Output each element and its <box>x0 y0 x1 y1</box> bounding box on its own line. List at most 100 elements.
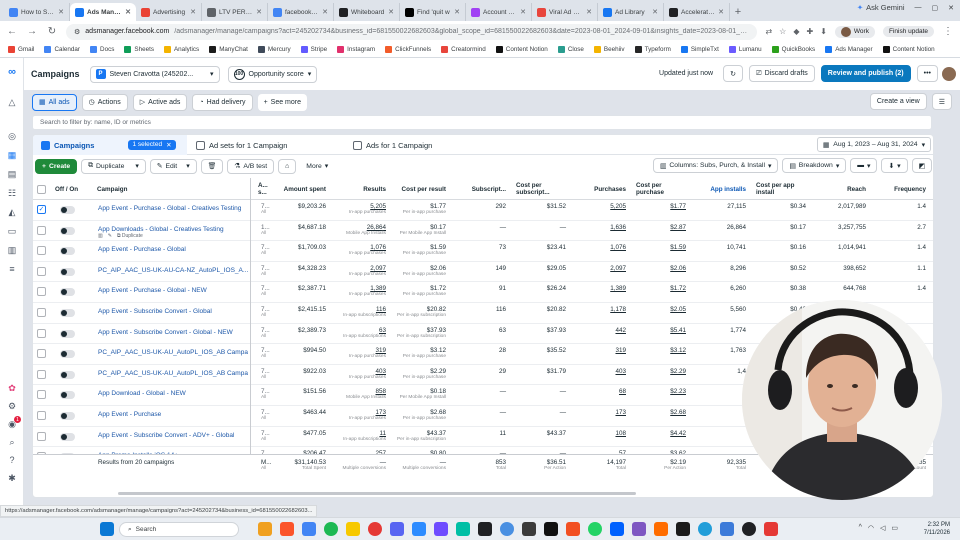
review-publish-button[interactable]: Review and publish (2) <box>820 65 911 82</box>
refresh-button[interactable]: ↻ <box>723 65 743 82</box>
row-checkbox[interactable] <box>37 349 46 359</box>
columns-button[interactable]: ▥ Columns: Subs, Purch, & Install ▾ <box>652 158 779 173</box>
bookmark-item[interactable]: ClickFunnels <box>385 46 431 53</box>
billing-icon[interactable]: ▭ <box>6 225 18 237</box>
column-header[interactable]: Amount spent <box>276 178 336 200</box>
campaign-name-link[interactable]: App Download - Global - NEW <box>98 385 248 405</box>
campaign-toggle[interactable] <box>60 247 75 256</box>
ask-gemini-button[interactable]: ✦ Ask Gemini <box>857 3 905 12</box>
see-more-button[interactable]: + See more <box>257 93 308 111</box>
horizontal-scrollbar[interactable] <box>118 492 636 495</box>
ab-test-button[interactable]: ⚗ A/B test <box>227 158 275 174</box>
close-tab-icon[interactable]: ✕ <box>190 8 196 16</box>
bookmark-item[interactable]: QuickBooks <box>771 46 815 53</box>
row-checkbox[interactable]: ✓ <box>37 205 46 214</box>
browser-menu-icon[interactable]: ⋮ <box>942 26 954 37</box>
chrome-icon[interactable] <box>302 522 316 536</box>
clear-selection-icon[interactable]: ✕ <box>166 141 171 149</box>
site-info-icon[interactable]: ⚙ <box>74 28 80 36</box>
export-button[interactable]: ⬇ ▾ <box>881 158 908 173</box>
browser-tab[interactable]: LTV PER INS✕ <box>202 3 268 21</box>
reporting-icon[interactable]: ▤ <box>6 168 18 180</box>
create-button[interactable]: + Create <box>35 158 78 174</box>
alert-bell-icon[interactable]: △ <box>6 96 18 108</box>
profile-button[interactable]: Work <box>834 25 875 38</box>
settings-gear-icon[interactable]: ⚙ <box>6 400 18 412</box>
campaign-name-link[interactable]: App Event - Purchase - Global <box>98 241 248 261</box>
filter-tab-had-delivery[interactable]: ◔ Had delivery <box>192 93 253 111</box>
close-tab-icon[interactable]: ✕ <box>125 8 131 16</box>
messenger-icon[interactable] <box>500 522 514 536</box>
column-header[interactable]: Cost per purchase <box>636 178 696 200</box>
bookmark-item[interactable]: Stripe <box>300 46 327 53</box>
minimize-icon[interactable]: — <box>915 4 922 11</box>
spotify-icon[interactable] <box>324 522 338 536</box>
bookmark-item[interactable]: Instagram <box>337 46 375 53</box>
bookmark-item[interactable]: Close <box>557 46 584 53</box>
campaign-name-link[interactable]: PC_AIP_AAC_US-UK-AU_AutoPL_IOS_AB Campai… <box>98 365 248 385</box>
table-row[interactable]: App Event - Purchase - Global - NEW 7... A… <box>33 282 933 303</box>
bookmark-item[interactable]: Docs <box>90 46 114 53</box>
taskbar-clock[interactable]: 2:32 PM 7/11/2026 <box>924 521 950 537</box>
column-header[interactable]: Off / On <box>55 178 95 200</box>
row-checkbox[interactable] <box>37 225 46 235</box>
account-selector[interactable]: P Steven Cravotta (245202... ▾ <box>89 65 220 83</box>
all-tools-icon[interactable]: ≡ <box>6 263 18 275</box>
campaign-toggle[interactable] <box>60 370 75 379</box>
browser-tab[interactable]: facebook en ✕ <box>268 3 334 21</box>
browser-tab[interactable]: How to Scale✕ <box>4 3 70 21</box>
address-bar[interactable]: ⚙ adsmanager.facebook.com/adsmanager/man… <box>66 23 758 40</box>
close-tab-icon[interactable]: ✕ <box>652 8 658 16</box>
app-purple-icon[interactable] <box>434 522 448 536</box>
chart-toggle-button[interactable]: ◩ <box>911 158 932 173</box>
view-settings-button[interactable]: ☰ <box>931 93 952 110</box>
campaign-name-link[interactable]: App Event - Purchase <box>98 406 248 426</box>
column-header[interactable]: App installs <box>696 178 756 200</box>
app-gray-icon[interactable] <box>522 522 536 536</box>
browser-tab[interactable]: Advertising ✕ <box>136 3 202 21</box>
back-icon[interactable]: ← <box>6 26 18 37</box>
edit-small-icon[interactable]: ✎ <box>108 233 112 239</box>
bookmark-item[interactable]: Content Notion <box>882 46 935 53</box>
filter-tab-actions[interactable]: ◷ Actions <box>81 93 128 111</box>
app-red-icon[interactable] <box>368 522 382 536</box>
table-row[interactable]: App Event - Purchase - Global 7... All $1,7… <box>33 241 933 262</box>
campaign-toggle[interactable] <box>60 226 75 235</box>
close-tab-icon[interactable]: ✕ <box>388 8 394 16</box>
app-orange-icon[interactable] <box>654 522 668 536</box>
tab-campaigns[interactable]: Campaigns 1 selected ✕ <box>33 135 187 155</box>
column-header[interactable]: Frequency <box>876 178 933 200</box>
campaign-toggle[interactable] <box>60 432 75 441</box>
browser-tab[interactable]: Accelerate y ✕ <box>664 3 730 21</box>
duplicate-button[interactable]: ⧉ Duplicate ▾ <box>81 158 146 174</box>
obs-icon[interactable] <box>742 522 756 536</box>
reload-icon[interactable]: ↻ <box>46 26 58 37</box>
bookmark-item[interactable]: Ads Manager <box>825 46 873 53</box>
campaign-name-link[interactable]: PC_AIP_AAC_US-UK-AU_AutoPL_IOS_AB Campai… <box>98 344 248 364</box>
campaign-name-link[interactable]: App Event - Subscribe Convert - ADV+ - G… <box>98 427 248 447</box>
row-checkbox[interactable] <box>37 266 46 276</box>
zoom-icon[interactable] <box>412 522 426 536</box>
notes-icon[interactable] <box>346 522 360 536</box>
campaigns-nav-icon[interactable]: ▦ <box>6 149 18 161</box>
terminal-icon[interactable] <box>676 522 690 536</box>
close-tab-icon[interactable]: ✕ <box>322 8 328 16</box>
row-checkbox[interactable] <box>37 431 46 441</box>
row-checkbox[interactable] <box>37 246 46 256</box>
campaign-name-link[interactable]: PC_AIP_AAC_US-UK-AU-CA-NZ_AutoPL_IOS_A..… <box>98 262 248 282</box>
bookmark-item[interactable]: Creatormind <box>441 46 486 53</box>
close-tab-icon[interactable]: ✕ <box>586 8 592 16</box>
row-checkbox[interactable] <box>37 308 46 317</box>
close-tab-icon[interactable]: ✕ <box>718 8 724 16</box>
row-checkbox[interactable] <box>37 411 46 420</box>
bookmark-item[interactable]: Content Notion <box>495 46 548 53</box>
app-dark-icon[interactable] <box>478 522 492 536</box>
campaign-name-link[interactable]: App Event - Purchase - Global - NEW <box>98 282 248 302</box>
close-tab-icon[interactable]: ✕ <box>454 8 460 16</box>
notion-icon[interactable] <box>544 522 558 536</box>
column-header[interactable]: Cost per app install <box>756 178 816 200</box>
browser-tab[interactable]: Ads Manager✕ <box>70 3 136 21</box>
table-row[interactable]: PC_AIP_AAC_US-UK-AU-CA-NZ_AutoPL_IOS_A..… <box>33 262 933 283</box>
close-window-icon[interactable]: ✕ <box>948 4 954 12</box>
table-row[interactable]: App Downloads - Global - Creatives Testi… <box>33 221 933 242</box>
